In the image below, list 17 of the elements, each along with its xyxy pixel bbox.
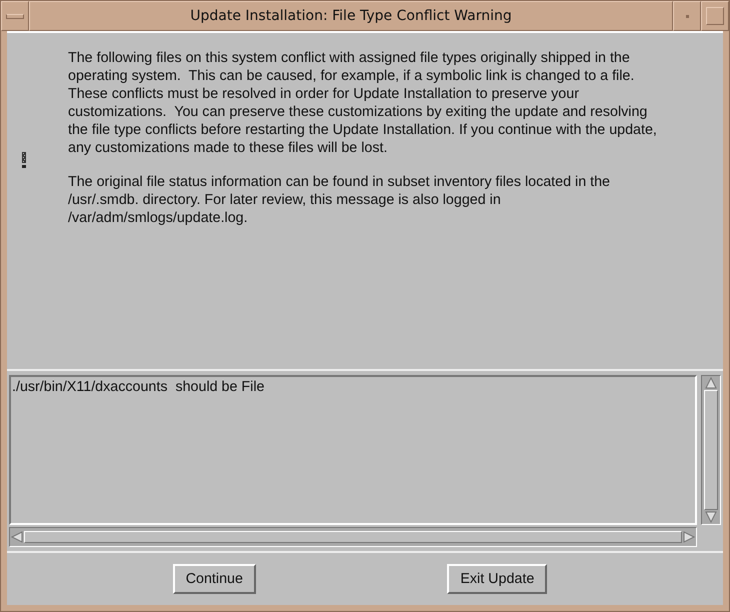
vertical-scrollbar[interactable]: [701, 375, 721, 525]
file-list[interactable]: ./usr/bin/X11/dxaccounts should be File: [9, 375, 697, 525]
window-title: Update Installation: File Type Conflict Warning: [29, 1, 673, 31]
scroll-right-arrow-icon[interactable]: [682, 530, 696, 544]
message-paragraph: The original file status information can be found in subset inventory files located in the /usr/.smdb. directory. For later review, this message is also logged in /var/adm/smlogs/update.log.: [68, 173, 612, 227]
maximize-button[interactable]: [701, 1, 729, 31]
scroll-down-arrow-icon[interactable]: [704, 510, 718, 524]
window-menu-button[interactable]: [1, 1, 29, 31]
message-paragraph: The following files on this system conflict with assigned file types originally shipped in the operating system. This can be caused, for example, if a symbolic link is changed to a file. These conflicts must be resolved in order for Update Installation to preserve your customizations. You can preserve these customizations by exiting the update and resolving the file type conflicts before restarting the Update Installation. If you continue with the update, any customizations made to these files will be lost.: [68, 49, 658, 157]
list-item[interactable]: ./usr/bin/X11/dxaccounts should be File: [12, 379, 694, 395]
minimize-button[interactable]: [673, 1, 701, 31]
scroll-up-arrow-icon[interactable]: [704, 376, 718, 390]
horizontal-scrollbar[interactable]: [9, 527, 697, 547]
continue-button[interactable]: Continue: [172, 564, 256, 594]
exit-button[interactable]: Exit Update: [447, 564, 548, 594]
scroll-left-arrow-icon[interactable]: [10, 530, 24, 544]
warning-icon: [21, 151, 27, 169]
